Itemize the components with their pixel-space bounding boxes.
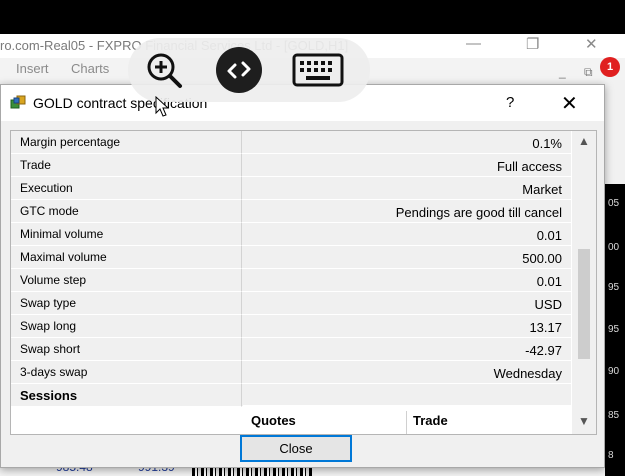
minimize-button[interactable]: —	[466, 35, 481, 52]
row-label: Swap type	[11, 292, 241, 315]
dialog-close-button[interactable]: ✕	[561, 91, 578, 116]
remote-connection-icon[interactable]	[216, 47, 262, 93]
row-label: Swap short	[11, 338, 241, 361]
price-label: 95	[608, 282, 620, 293]
row-value: 0.01	[241, 223, 571, 246]
table-row: Maximal volume 500.00	[11, 246, 571, 269]
row-label: Swap long	[11, 315, 241, 338]
row-value	[241, 384, 571, 407]
table-row: GTC mode Pendings are good till cancel	[11, 200, 571, 223]
mdi-minimize-button[interactable]: _	[559, 65, 566, 79]
price-label: 8	[608, 450, 614, 461]
contract-specification-dialog: GOLD contract specification ? ✕ Margin p…	[0, 84, 605, 468]
mdi-restore-button[interactable]: ⧉	[584, 65, 593, 80]
row-value: Full access	[241, 154, 571, 177]
vertical-scrollbar[interactable]: ▲ ▼	[572, 131, 596, 434]
zoom-in-icon[interactable]	[144, 50, 184, 90]
table-row: Volume step 0.01	[11, 269, 571, 292]
notification-badge[interactable]: 1	[600, 57, 620, 77]
close-window-button[interactable]: ✕	[585, 35, 598, 53]
menu-insert[interactable]: Insert	[16, 61, 49, 76]
price-label: 85	[608, 410, 620, 421]
price-label: 00	[608, 242, 620, 253]
keyboard-icon[interactable]	[292, 53, 344, 87]
scroll-down-arrow-icon[interactable]: ▼	[572, 414, 596, 430]
table-row: Swap long 13.17	[11, 315, 571, 338]
price-label: 95	[608, 324, 620, 335]
row-value: 0.01	[241, 269, 571, 292]
row-label: 3-days swap	[11, 361, 241, 384]
price-label: 05	[608, 198, 620, 209]
quotes-column-header: Quotes	[251, 413, 296, 428]
table-row: Sessions	[11, 384, 571, 407]
row-label: Sessions	[11, 384, 241, 407]
table-row: 3-days swap Wednesday	[11, 361, 571, 384]
row-label: Minimal volume	[11, 223, 241, 246]
remote-toolbar	[128, 38, 370, 102]
mouse-pointer-icon	[155, 96, 170, 117]
row-value: 0.1%	[241, 131, 571, 154]
row-value: USD	[241, 292, 571, 315]
row-label: Maximal volume	[11, 246, 241, 269]
table-row: Execution Market	[11, 177, 571, 200]
column-divider	[406, 411, 407, 434]
scroll-thumb[interactable]	[578, 249, 590, 359]
row-value: Market	[241, 177, 571, 200]
row-label: Execution	[11, 177, 241, 200]
specification-table[interactable]: Margin percentage 0.1% Trade Full access…	[10, 130, 597, 435]
table-row: Swap short -42.97	[11, 338, 571, 361]
row-value: Pendings are good till cancel	[241, 200, 571, 223]
row-label: Trade	[11, 154, 241, 177]
close-button[interactable]: Close	[240, 435, 352, 462]
trade-column-header: Trade	[413, 413, 448, 428]
help-button[interactable]: ?	[506, 94, 514, 111]
top-black-bar	[0, 0, 625, 34]
table-row: Trade Full access	[11, 154, 571, 177]
table-row: Minimal volume 0.01	[11, 223, 571, 246]
row-label: Margin percentage	[11, 131, 241, 154]
table-row: Swap type USD	[11, 292, 571, 315]
row-label: GTC mode	[11, 200, 241, 223]
row-value: Wednesday	[241, 361, 571, 384]
scroll-up-arrow-icon[interactable]: ▲	[572, 134, 596, 150]
restore-button[interactable]: ❐	[526, 35, 539, 53]
row-value: 13.17	[241, 315, 571, 338]
contract-spec-icon	[10, 95, 26, 109]
table-row: Margin percentage 0.1%	[11, 131, 571, 154]
price-label: 90	[608, 366, 620, 377]
chart-price-strip: 05 00 95 95 90 85 8	[605, 184, 625, 476]
menu-charts[interactable]: Charts	[71, 61, 109, 76]
row-value: 500.00	[241, 246, 571, 269]
row-value: -42.97	[241, 338, 571, 361]
row-label: Volume step	[11, 269, 241, 292]
sessions-header: Quotes Trade	[243, 405, 571, 434]
